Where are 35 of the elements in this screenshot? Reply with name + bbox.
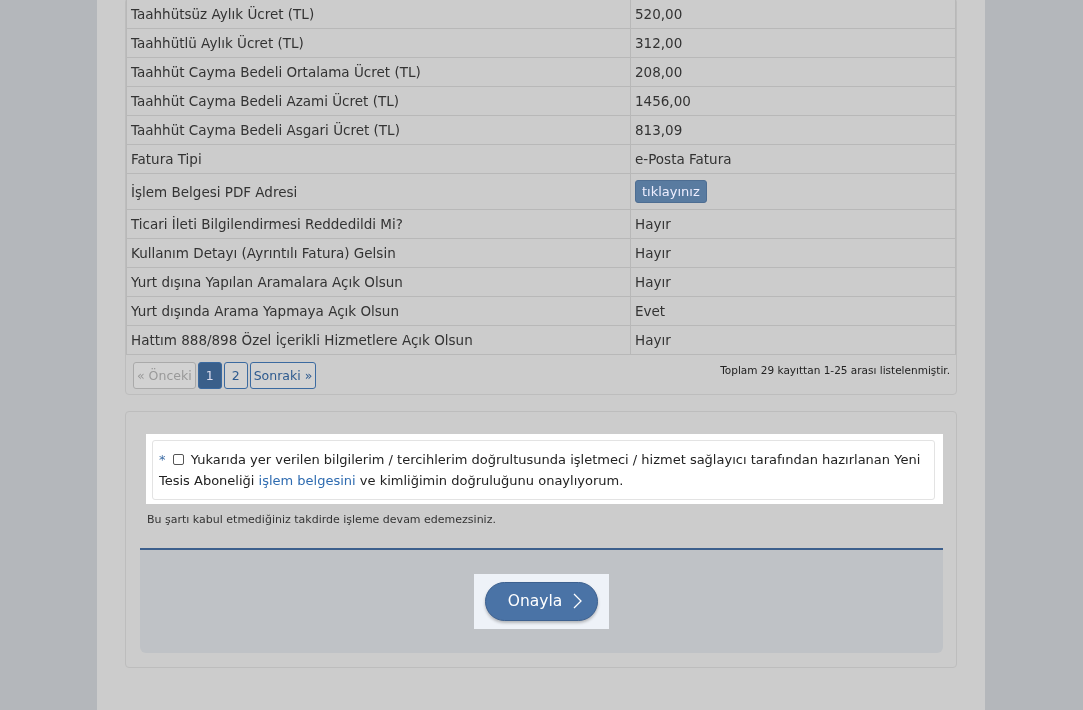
table-cell: Taahhütlü Aylık Ücret (TL)	[126, 28, 631, 58]
table-cell: 813,09	[630, 115, 956, 145]
table-cell: Hattım 888/898 Özel İçerikli Hizmetlere Açık Olsun	[126, 325, 631, 355]
document-link[interactable]: işlem belgesini	[258, 473, 356, 488]
confirm-button[interactable]: Onayla	[484, 582, 599, 621]
pagination-button[interactable]: 2	[223, 362, 248, 389]
table-cell: Fatura Tipi	[126, 144, 631, 174]
table-cell: e-Posta Fatura	[630, 144, 956, 174]
table-cell: Taahhüt Cayma Bedeli Ortalama Ücret (TL)	[126, 57, 631, 87]
table-cell: 312,00	[630, 28, 956, 58]
required-mark: *	[159, 452, 166, 467]
pagination-button[interactable]: Sonraki »	[249, 362, 317, 389]
pdf-link-button[interactable]: tıklayınız	[635, 180, 707, 203]
pagination-button[interactable]: 1	[197, 362, 222, 389]
table-cell: 208,00	[630, 57, 956, 87]
table-cell: Hayır	[630, 325, 956, 355]
consent-text: * Yukarıda yer verilen bilgilerim / tercihlerim doğrultusunda işletmeci / hizmet sağlayıcı tarafından hazırlanan Yeni Tesis Aboneliği işlem belgesini ve kimliğimin doğruluğunu onaylıyorum.	[159, 451, 922, 490]
chevron-right-icon	[573, 593, 583, 609]
table-cell: Taahhüt Cayma Bedeli Azami Ücret (TL)	[126, 86, 631, 116]
warning-note: Bu şartı kabul etmediğiniz takdirde işleme devam edemezsiniz.	[147, 513, 497, 526]
table-cell: Hayır	[630, 238, 956, 268]
table-cell: Yurt dışına Yapılan Aramalara Açık Olsun	[126, 267, 631, 297]
consent-checkbox[interactable]	[172, 454, 184, 465]
table-cell: 1456,00	[630, 86, 956, 116]
table-cell: Ticari İleti Bilgilendirmesi Reddedildi Mi?	[126, 209, 631, 239]
table-cell: 520,00	[630, 0, 956, 29]
table-cell: İşlem Belgesi PDF Adresi	[126, 173, 631, 210]
table-cell: Yurt dışında Arama Yapmaya Açık Olsun	[126, 296, 631, 326]
table-cell: Kullanım Detayı (Ayrıntılı Fatura) Gelsin	[126, 238, 631, 268]
table-cell: Taahhüt Cayma Bedeli Asgari Ücret (TL)	[126, 115, 631, 145]
table-cell: Hayır	[630, 209, 956, 239]
table-cell: Taahhütsüz Aylık Ücret (TL)	[126, 0, 631, 29]
table-cell: Hayır	[630, 267, 956, 297]
table-cell: Evet	[630, 296, 956, 326]
record-count-text: Toplam 29 kayıttan 1-25 arası listelenmiştir.	[720, 364, 950, 376]
